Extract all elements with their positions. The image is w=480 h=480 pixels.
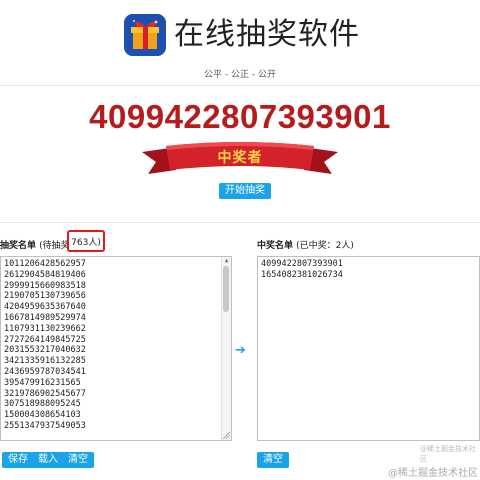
list-item: 4099422807393901 — [261, 259, 343, 269]
winners-list-textarea[interactable]: 4099422807393901 1654082381026734 — [257, 256, 480, 441]
winners-list-entries: 4099422807393901 1654082381026734 — [261, 259, 476, 281]
list-item: 4204959635367640 — [4, 302, 86, 313]
list-item: 2612904584819406 — [4, 269, 86, 280]
list-item: 150004308654103 — [4, 410, 81, 421]
list-item: 2999915660983518 — [4, 280, 86, 291]
list-item: 3421335916132285 — [4, 356, 86, 367]
save-button[interactable]: 保存 — [2, 452, 34, 468]
pending-list-entries: 1011206428562957 2612904584819406 29999156… — [4, 259, 228, 432]
resize-handle-icon[interactable] — [223, 432, 230, 439]
winner-number: 4099422807393901 — [89, 98, 391, 135]
list-item: 2551347937549053 — [4, 420, 86, 431]
list-item: 1107931130239662 — [4, 323, 86, 334]
list-item: 2436959787034541 — [4, 366, 86, 377]
pending-list-textarea[interactable]: 1011206428562957 2612904584819406 29999156… — [0, 256, 232, 441]
section-divider — [0, 222, 480, 223]
list-item: 3219786902545677 — [4, 388, 86, 399]
winners-list-label: 中奖名单 (已中奖：2人) — [257, 238, 354, 251]
scroll-up-icon[interactable]: ▲ — [222, 257, 231, 265]
clear-winners-button[interactable]: 清空 — [257, 452, 289, 468]
list-item: 1011206428562957 — [4, 259, 86, 269]
list-item: 1667814989529974 — [4, 312, 86, 323]
list-item: 2727264149845725 — [4, 334, 86, 345]
scroll-thumb[interactable] — [223, 266, 229, 312]
pending-list-label: 抽奖名单 (待抽奖 — [0, 238, 70, 251]
tagline: 公平 - 公正 - 公开 — [204, 70, 276, 80]
app-header: 在线抽奖软件 — [0, 12, 480, 62]
pending-list-title: 抽奖名单 — [0, 241, 37, 251]
watermark-small: @稀土掘金技术社区 — [420, 445, 476, 463]
list-item: 2031553217040632 — [4, 345, 86, 356]
header-divider — [0, 85, 480, 86]
list-item: 2190705130739656 — [4, 291, 86, 302]
pending-count-badge: 763人) — [67, 230, 105, 252]
list-item: 395479916231565 — [4, 377, 81, 388]
pending-scrollbar[interactable]: ▲ — [221, 257, 231, 440]
app-title: 在线抽奖软件 — [174, 17, 360, 52]
winner-ribbon: 中奖者 — [140, 140, 340, 180]
list-item: 307518988095245 — [4, 399, 81, 410]
start-draw-button[interactable]: 开始抽奖 — [219, 183, 271, 199]
load-button[interactable]: 载入 — [32, 452, 64, 468]
list-item: 1654082381026734 — [261, 269, 343, 280]
clear-pending-button[interactable]: 清空 — [62, 452, 94, 468]
pending-list-sublabel: (待抽奖 — [39, 241, 70, 251]
gift-box-icon — [124, 14, 166, 56]
watermark-large: @稀土掘金技术社区 — [388, 468, 478, 479]
winners-list-title: 中奖名单 — [257, 241, 294, 251]
winners-list-sublabel: (已中奖：2人) — [296, 241, 354, 251]
ribbon-label: 中奖者 — [217, 150, 263, 166]
arrow-right-icon: ➔ — [235, 343, 246, 358]
